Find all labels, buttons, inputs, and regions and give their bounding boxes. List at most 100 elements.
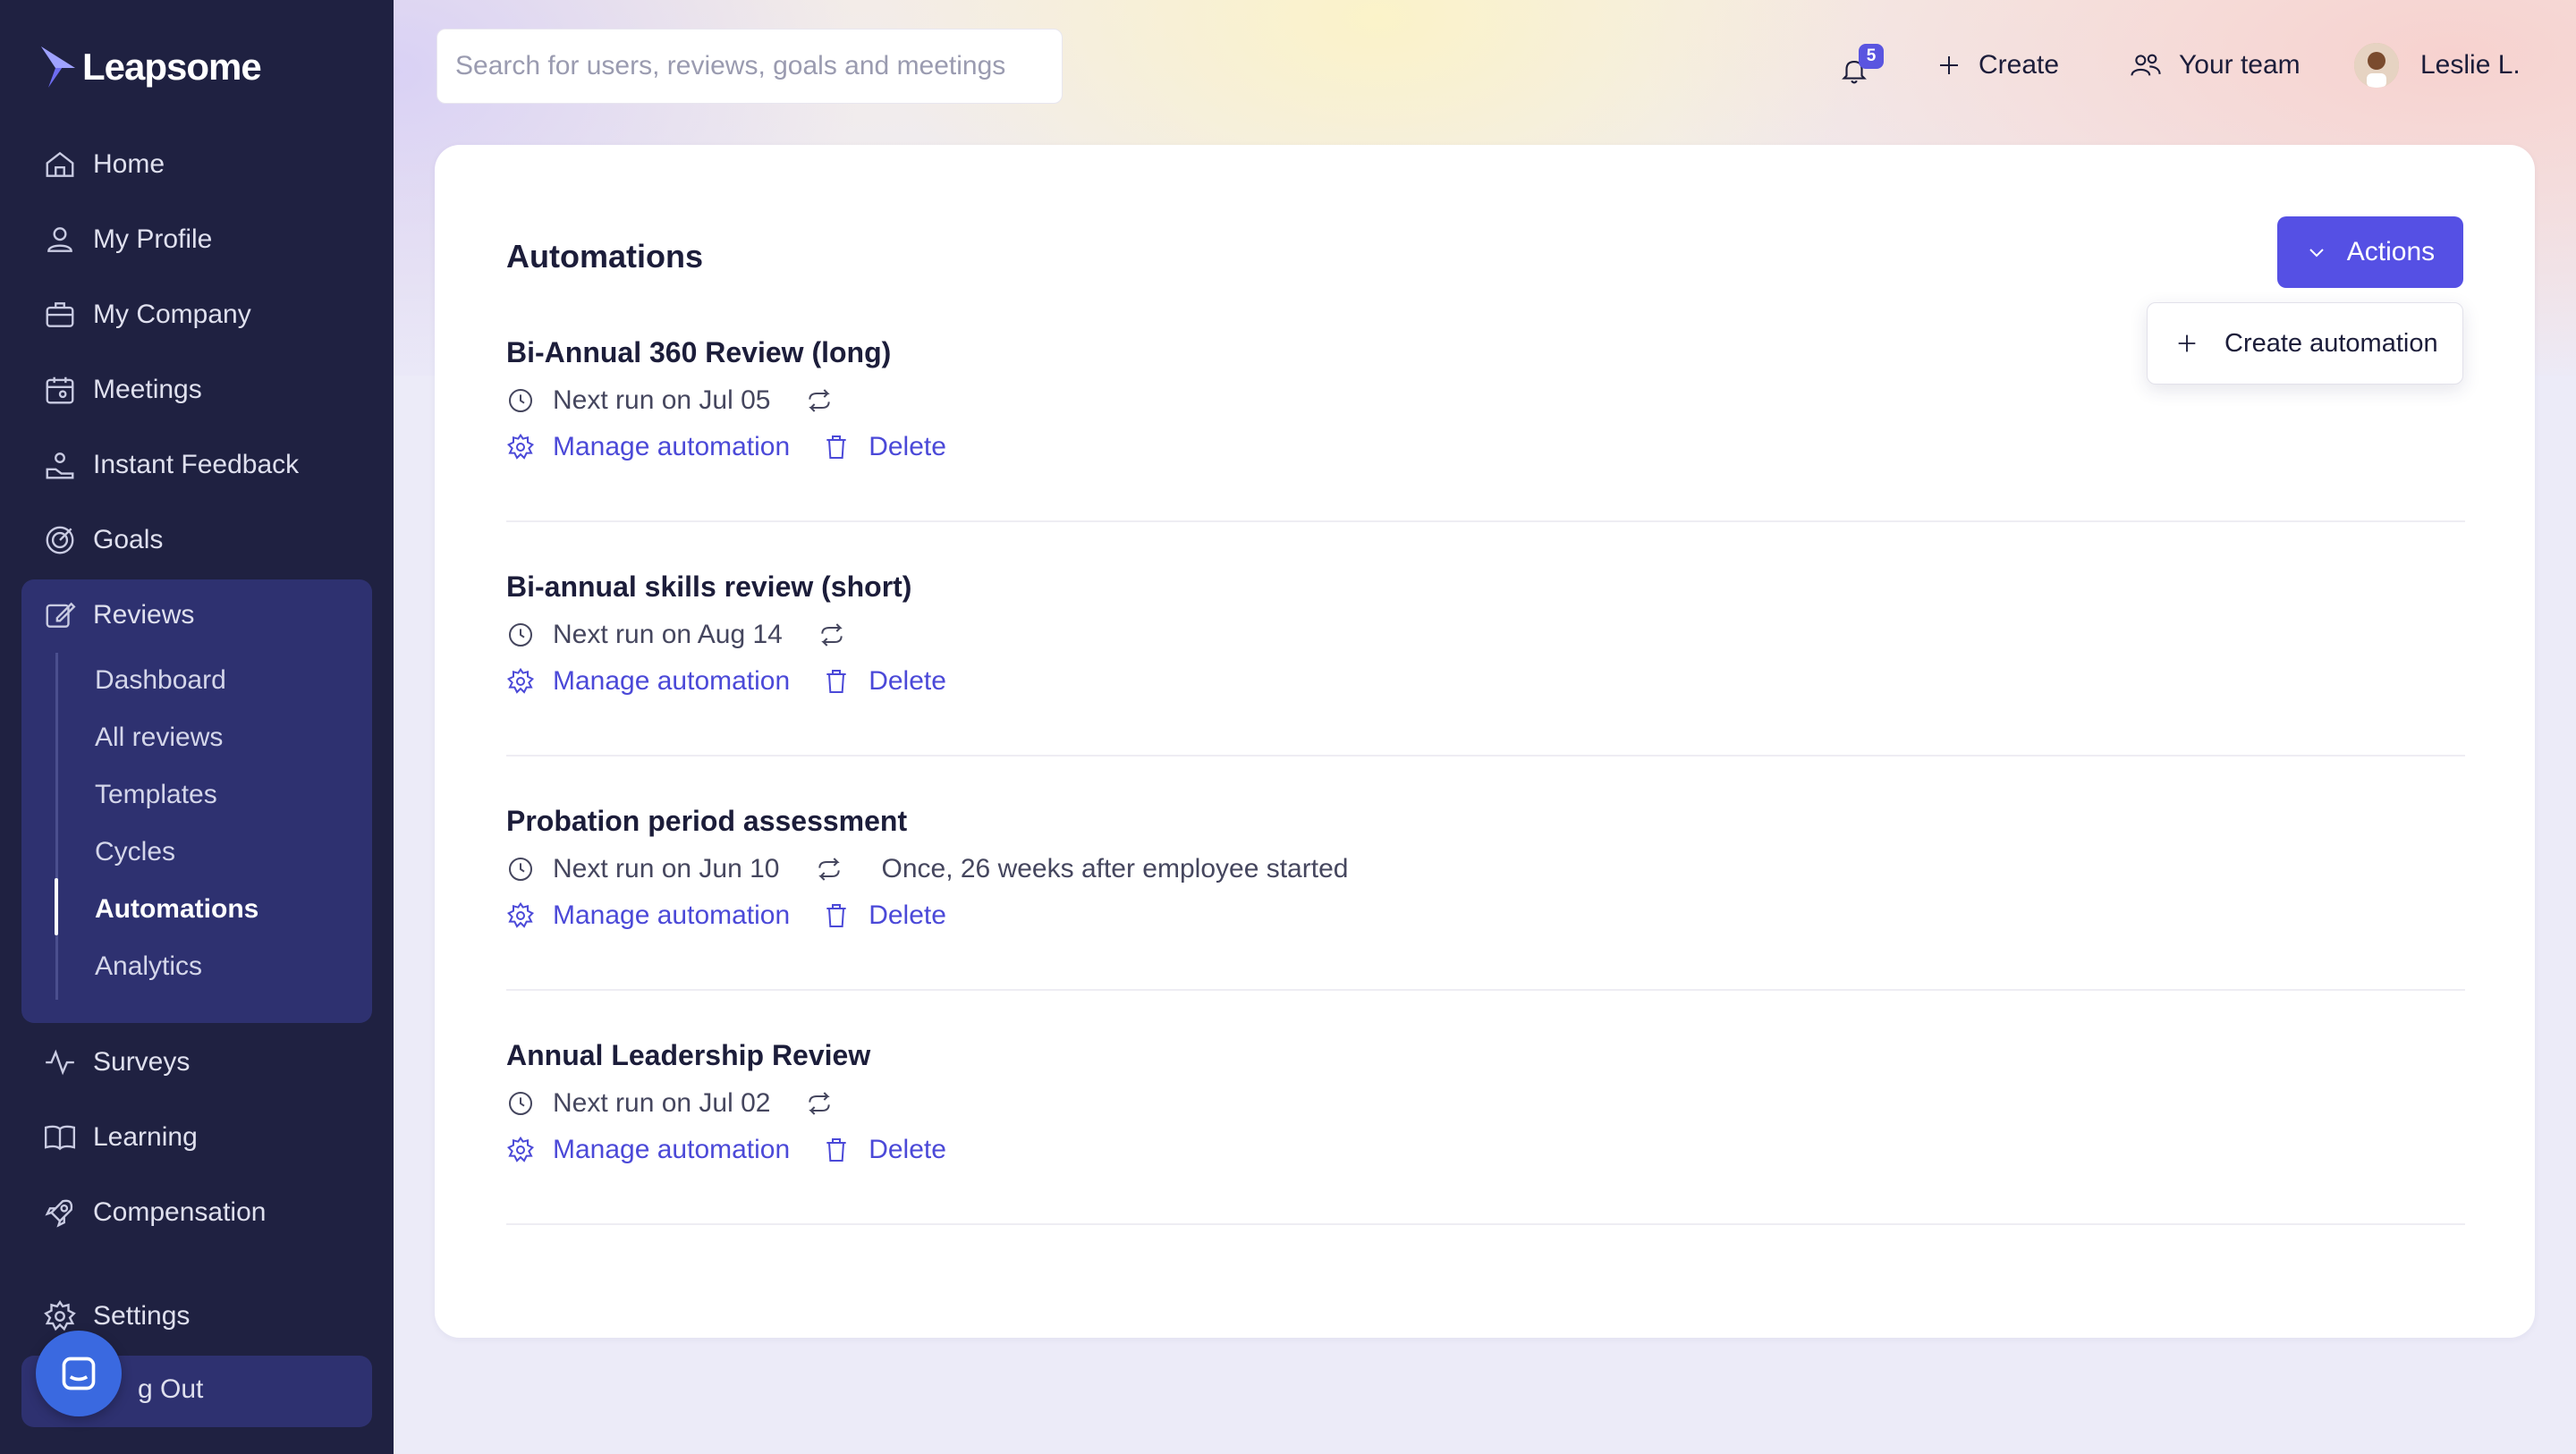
sidebar-item-label: Settings [93, 1301, 191, 1331]
automation-actions: Manage automation Delete [506, 898, 946, 934]
app-name: Leapsome [82, 46, 262, 88]
automation-name: Annual Leadership Review [506, 1039, 871, 1071]
team-icon [2131, 54, 2161, 76]
delete-button[interactable]: Delete [822, 1135, 946, 1165]
rocket-icon [45, 1199, 73, 1228]
automation-actions: Manage automation Delete [506, 1132, 946, 1168]
gear-icon [44, 1300, 76, 1331]
pulse-icon [46, 1049, 74, 1076]
calendar-icon [46, 376, 74, 404]
briefcase-icon [46, 302, 74, 327]
user-name: Leslie L. [2420, 50, 2521, 80]
logo[interactable]: Leapsome [39, 43, 262, 91]
automation-meta: Next run on Aug 14 [506, 617, 865, 653]
sidebar-item-compensation[interactable]: Compensation [21, 1177, 372, 1248]
subnav-item-all-reviews[interactable]: All reviews [95, 723, 223, 753]
delete-label: Delete [869, 900, 946, 930]
sidebar-item-label: Meetings [93, 375, 202, 404]
manage-automation-link[interactable]: Manage automation [553, 666, 790, 697]
create-automation-label: Create automation [2224, 328, 2438, 358]
book-icon [44, 1125, 76, 1151]
create-button[interactable]: Create [1936, 36, 2059, 95]
delete-label: Delete [869, 432, 946, 461]
subnav-line [55, 653, 58, 1000]
automations-card: Automations Actions Create automation Bi… [435, 145, 2535, 1338]
actions-button[interactable]: Actions [2277, 216, 2463, 288]
automation-actions: Manage automation Delete [506, 664, 946, 699]
next-run-text: Next run on Jul 02 [553, 1088, 771, 1118]
gear-icon [506, 667, 535, 694]
chevron-down-icon [2309, 249, 2324, 258]
manage-automation-link[interactable]: Manage automation [553, 432, 790, 462]
delete-label: Delete [869, 1135, 946, 1164]
plus-icon [2178, 334, 2196, 352]
notifications-button[interactable]: 5 [1839, 36, 1884, 95]
next-run-text: Next run on Jun 10 [553, 854, 780, 883]
sidebar-item-instant-feedback[interactable]: Instant Feedback [21, 429, 372, 501]
trash-icon [826, 904, 846, 927]
divider [506, 989, 2465, 991]
repeat-icon [818, 858, 840, 881]
your-team-button[interactable]: Your team [2129, 36, 2301, 95]
clock-icon [509, 858, 532, 881]
avatar-image [2354, 43, 2399, 88]
sidebar-item-my-profile[interactable]: My Profile [21, 204, 372, 275]
subnav-item-analytics[interactable]: Analytics [95, 951, 202, 982]
reviews-group: Reviews Dashboard All reviews Templates … [21, 579, 372, 1023]
sidebar: Leapsome Home My Profile My Company Meet… [0, 0, 394, 1454]
subnav-item-cycles[interactable]: Cycles [95, 837, 175, 867]
trash-icon [826, 670, 846, 693]
sidebar-item-label: Learning [93, 1122, 198, 1152]
sidebar-item-label: Surveys [93, 1047, 191, 1077]
leapsome-logo-icon [41, 46, 75, 88]
edit-icon [46, 602, 76, 628]
plus-icon [1940, 56, 1958, 74]
schedule-text: Once, 26 weeks after employee started [881, 854, 1349, 883]
user-menu[interactable]: Leslie L. [2354, 36, 2521, 95]
trash-icon [826, 1138, 846, 1162]
gear-icon [506, 1136, 535, 1162]
subnav-item-dashboard[interactable]: Dashboard [95, 665, 226, 696]
repeat-icon [809, 1092, 831, 1115]
create-automation-menu-item[interactable]: Create automation [2147, 302, 2463, 385]
sidebar-item-meetings[interactable]: Meetings [21, 354, 372, 426]
team-label: Your team [2179, 50, 2301, 80]
chat-launcher-button[interactable] [36, 1331, 122, 1416]
next-run-text: Next run on Jul 05 [553, 385, 771, 415]
sidebar-item-label: Compensation [93, 1197, 267, 1227]
automation-name: Bi-Annual 360 Review (long) [506, 336, 892, 368]
sidebar-item-reviews[interactable]: Reviews [21, 579, 372, 651]
sidebar-item-surveys[interactable]: Surveys [21, 1027, 372, 1098]
user-icon [47, 227, 72, 252]
divider [506, 520, 2465, 522]
manage-automation-link[interactable]: Manage automation [553, 900, 790, 931]
automation-name: Probation period assessment [506, 805, 908, 837]
search-bar[interactable] [436, 29, 1063, 104]
automation-meta: Next run on Jul 02 [506, 1086, 852, 1121]
actions-label: Actions [2346, 237, 2436, 266]
create-label: Create [1979, 50, 2060, 80]
sidebar-item-home[interactable]: Home [21, 129, 372, 200]
avatar [2354, 43, 2399, 88]
sidebar-item-label: g Out [138, 1374, 204, 1404]
subnav-item-templates[interactable]: Templates [95, 780, 217, 810]
sidebar-item-learning[interactable]: Learning [21, 1102, 372, 1173]
delete-button[interactable]: Delete [822, 666, 946, 697]
delete-button[interactable]: Delete [822, 432, 946, 462]
notification-count-badge: 5 [1859, 44, 1884, 69]
target-icon [46, 526, 74, 554]
sidebar-item-my-company[interactable]: My Company [21, 279, 372, 351]
search-input[interactable] [455, 51, 1044, 81]
sidebar-item-goals[interactable]: Goals [21, 504, 372, 576]
home-icon [46, 151, 74, 177]
sidebar-item-label: My Company [93, 300, 251, 329]
clock-icon [509, 389, 532, 412]
feedback-icon [46, 452, 74, 479]
automation-meta: Next run on Jun 10 Once, 26 weeks after … [506, 851, 1348, 887]
sidebar-item-label: Instant Feedback [93, 450, 300, 479]
bell-icon-wrap: 5 [1839, 44, 1884, 84]
manage-automation-link[interactable]: Manage automation [553, 1135, 790, 1165]
gear-icon [506, 901, 535, 928]
subnav-item-automations[interactable]: Automations [95, 894, 258, 925]
delete-button[interactable]: Delete [822, 900, 946, 931]
